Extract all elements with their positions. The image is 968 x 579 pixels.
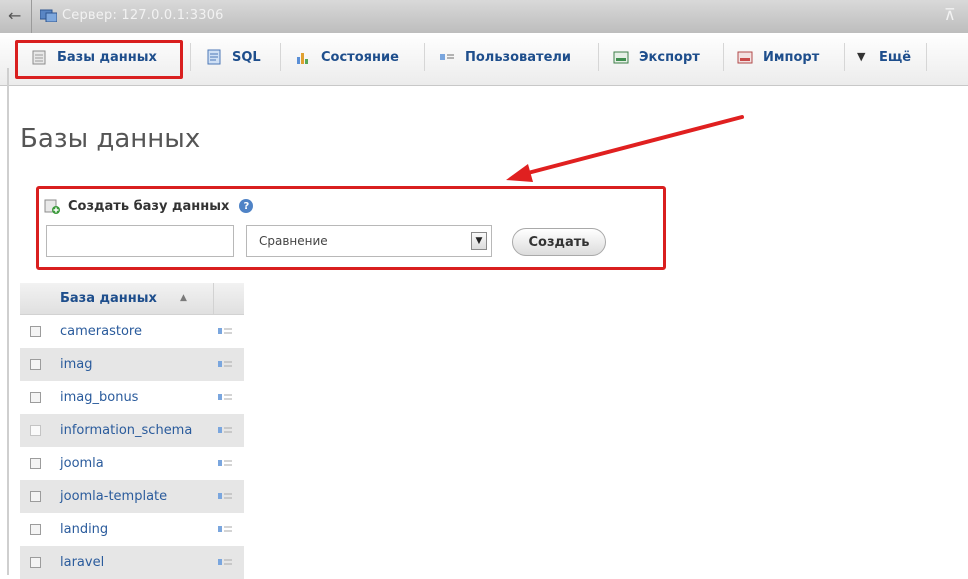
tab-divider [424, 43, 425, 71]
users-icon [440, 54, 454, 60]
column-header-database[interactable]: База данных [60, 291, 157, 306]
privileges-icon[interactable] [218, 557, 232, 567]
db-name-link[interactable]: imag_bonus [60, 390, 138, 405]
create-db-heading: Создать базу данных ? [44, 198, 254, 214]
tab-users-label: Пользователи [465, 49, 572, 65]
tab-users[interactable]: Пользователи [439, 39, 571, 75]
collation-select-value: Сравнение [259, 234, 328, 248]
export-icon [613, 51, 629, 64]
sql-icon [207, 49, 221, 65]
table-row: laravel [20, 546, 244, 579]
collapse-icon[interactable]: ⊼ [944, 5, 956, 24]
database-table: База данных ▲ camerastore imag imag_bonu… [20, 283, 244, 579]
db-name-link[interactable]: imag [60, 357, 93, 372]
table-row: camerastore [20, 315, 244, 348]
tab-sql[interactable]: SQL [206, 39, 261, 75]
tab-import[interactable]: Импорт [737, 39, 819, 75]
import-icon [737, 51, 753, 64]
db-name-link[interactable]: landing [60, 522, 108, 537]
table-row: information_schema [20, 414, 244, 447]
db-name-link[interactable]: camerastore [60, 324, 142, 339]
help-icon[interactable]: ? [239, 199, 254, 213]
tab-divider [926, 43, 927, 71]
tab-divider [598, 43, 599, 71]
page-title: Базы данных [20, 124, 201, 154]
server-icon [40, 9, 57, 22]
status-icon [297, 53, 308, 64]
tab-divider [280, 43, 281, 71]
create-db-label: Создать базу данных [68, 198, 230, 214]
tab-export-label: Экспорт [639, 49, 700, 65]
add-database-icon [44, 199, 60, 214]
tab-more-label: Ещё [879, 49, 912, 65]
table-row: landing [20, 513, 244, 546]
back-arrow-icon[interactable]: ← [8, 6, 21, 25]
active-tab-highlight [15, 40, 183, 79]
row-checkbox[interactable] [30, 458, 41, 469]
db-name-link[interactable]: laravel [60, 555, 104, 570]
tab-divider [723, 43, 724, 71]
tab-export[interactable]: Экспорт [613, 39, 700, 75]
table-row: joomla-template [20, 480, 244, 513]
tab-status[interactable]: Состояние [295, 39, 399, 75]
db-name-link[interactable]: information_schema [60, 423, 192, 438]
chevron-down-icon: ▼ [857, 50, 866, 63]
title-bar: ← Сервер: 127.0.0.1:3306 ⊼ [0, 0, 968, 33]
row-checkbox[interactable] [30, 425, 41, 436]
title-separator [31, 0, 32, 33]
row-checkbox[interactable] [30, 392, 41, 403]
db-name-link[interactable]: joomla-template [60, 489, 167, 504]
tab-divider [190, 43, 191, 71]
privileges-icon[interactable] [218, 425, 232, 435]
privileges-icon[interactable] [218, 458, 232, 468]
left-border [7, 68, 9, 575]
create-button[interactable]: Создать [512, 228, 606, 256]
tab-status-label: Состояние [321, 49, 399, 65]
collation-select[interactable]: Сравнение ▼ [246, 225, 492, 257]
db-name-link[interactable]: joomla [60, 456, 104, 471]
sort-asc-icon[interactable]: ▲ [180, 293, 187, 303]
table-row: imag_bonus [20, 381, 244, 414]
table-header: База данных ▲ [20, 283, 244, 315]
row-checkbox[interactable] [30, 491, 41, 502]
table-row: joomla [20, 447, 244, 480]
row-checkbox[interactable] [30, 326, 41, 337]
privileges-icon[interactable] [218, 392, 232, 402]
server-label[interactable]: Сервер: 127.0.0.1:3306 [62, 8, 224, 23]
row-checkbox[interactable] [30, 557, 41, 568]
column-separator [213, 283, 214, 314]
row-checkbox[interactable] [30, 524, 41, 535]
db-name-input[interactable] [46, 225, 234, 257]
dropdown-arrow-icon[interactable]: ▼ [471, 232, 487, 250]
row-checkbox[interactable] [30, 359, 41, 370]
privileges-icon[interactable] [218, 326, 232, 336]
tab-more[interactable]: ▼ Ещё [857, 39, 911, 75]
tab-sql-label: SQL [232, 49, 261, 65]
privileges-icon[interactable] [218, 359, 232, 369]
table-row: imag [20, 348, 244, 381]
tab-import-label: Импорт [763, 49, 820, 65]
tab-divider [844, 43, 845, 71]
privileges-icon[interactable] [218, 524, 232, 534]
privileges-icon[interactable] [218, 491, 232, 501]
